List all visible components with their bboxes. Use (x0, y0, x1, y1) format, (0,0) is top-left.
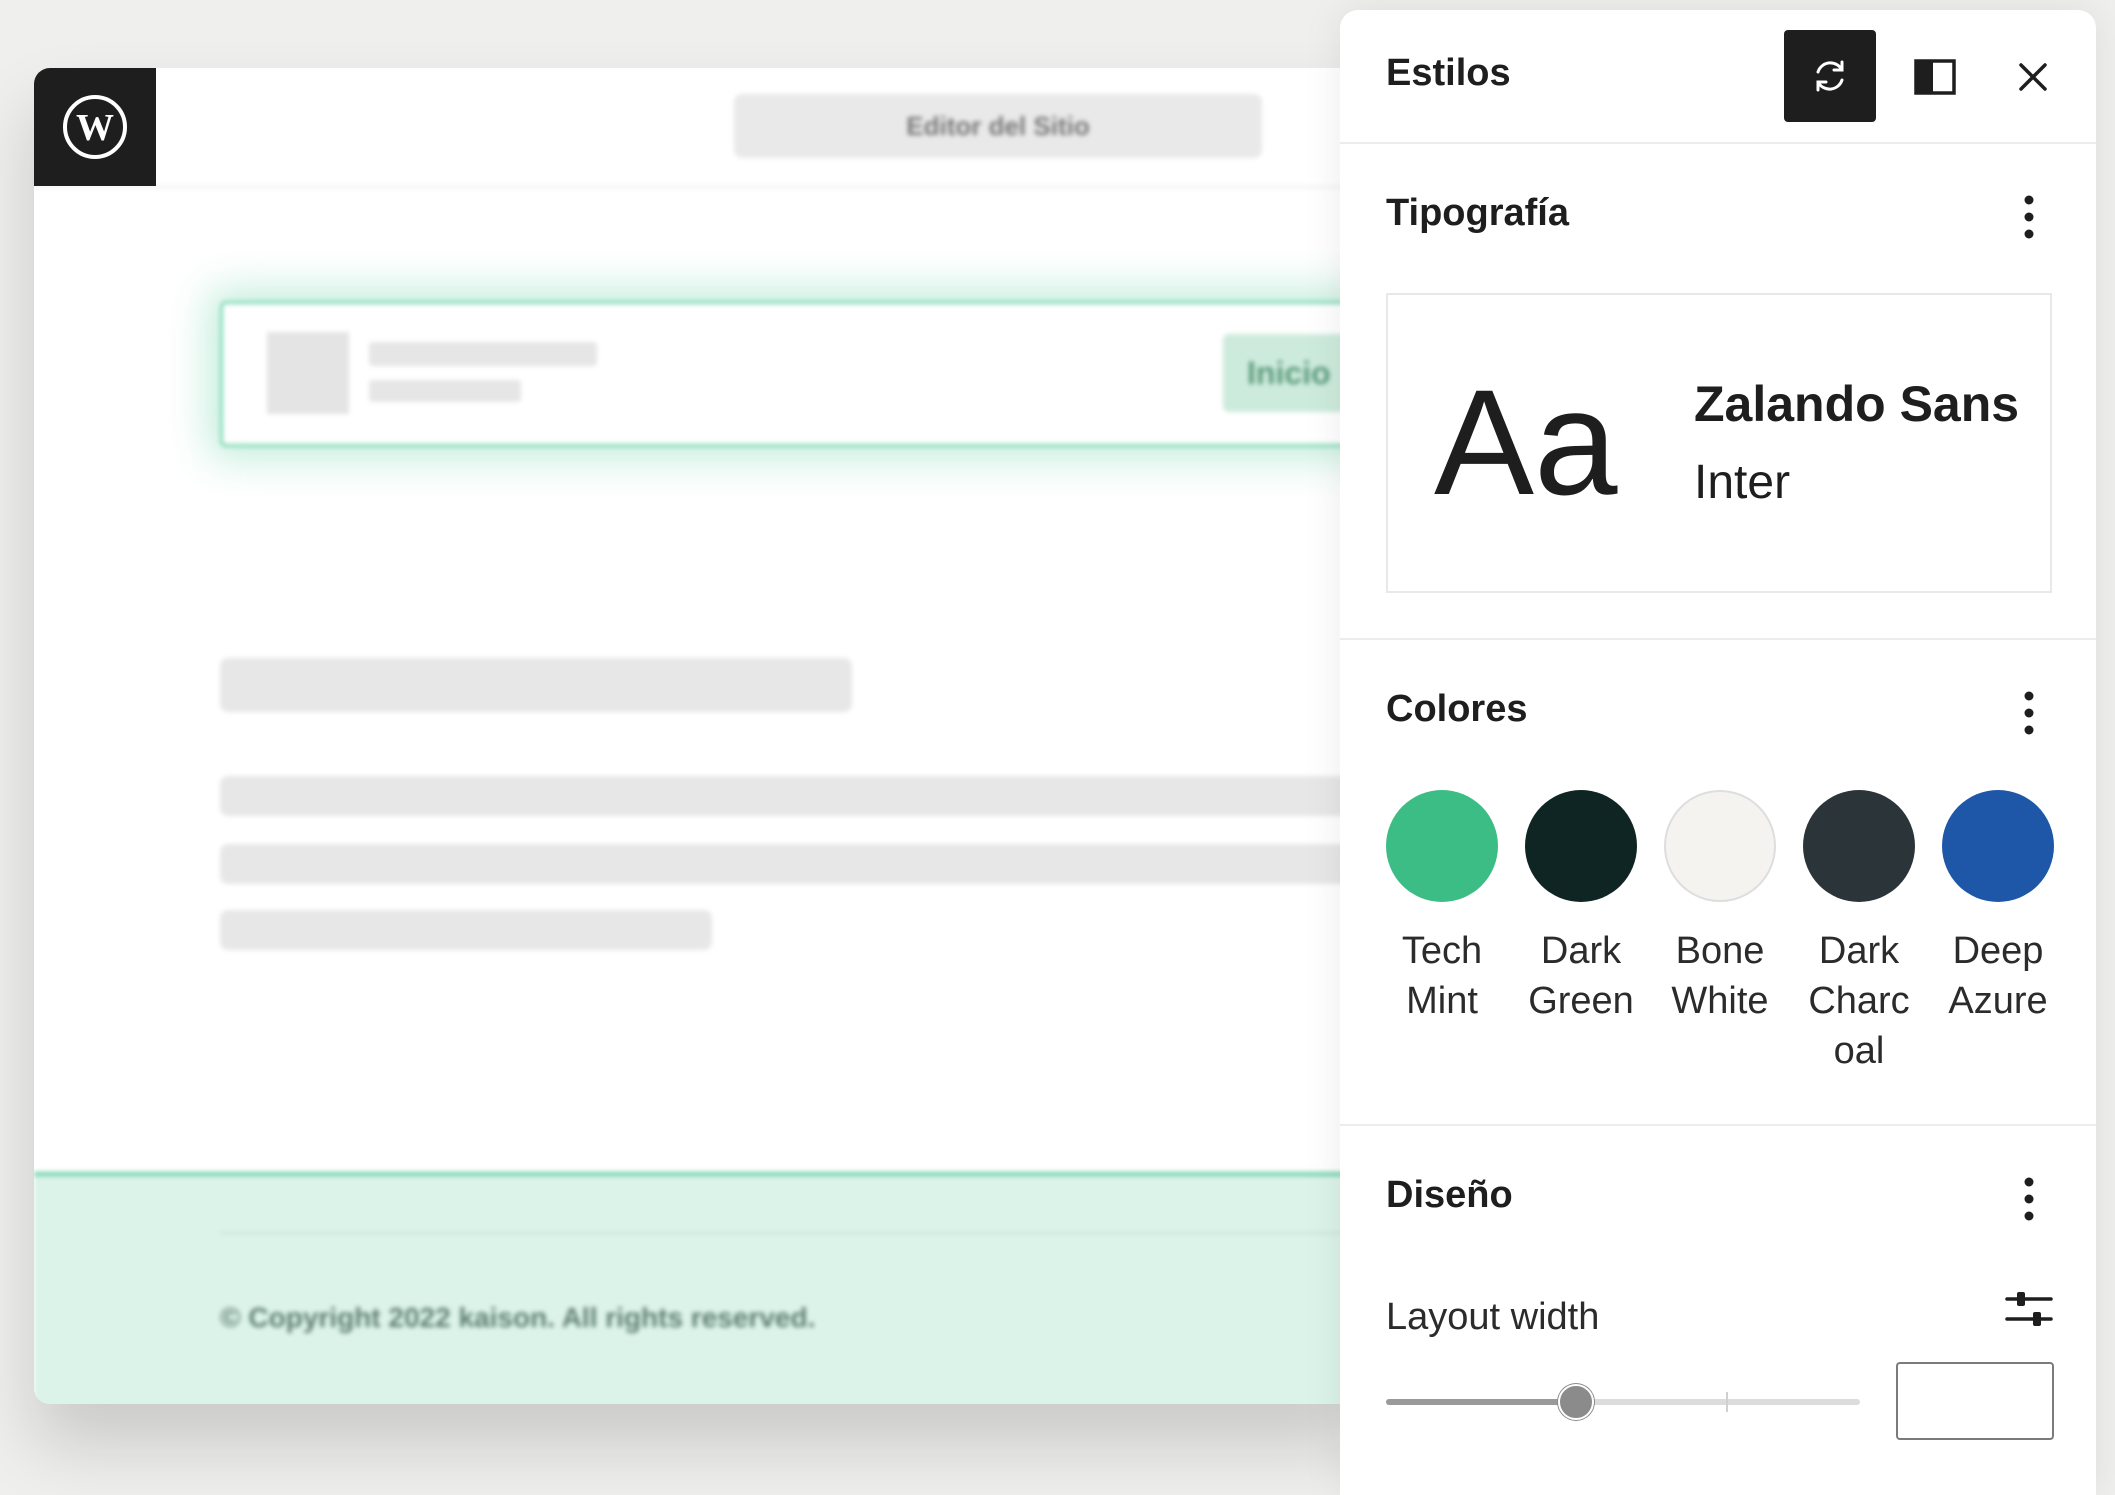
site-editor-title[interactable]: Editor del Sitio (734, 94, 1262, 158)
layout-width-label: Layout width (1386, 1296, 1600, 1338)
color-swatch-dark-green[interactable]: Dark Green (1513, 790, 1649, 1026)
swatch-label: Deep Azure (1948, 930, 2048, 1022)
typography-more-button[interactable] (2004, 188, 2054, 246)
close-icon (2019, 63, 2047, 91)
section-divider (1340, 1124, 2096, 1126)
heading-font-name: Zalando Sans (1694, 376, 2020, 432)
wordpress-icon: W (63, 95, 127, 159)
swatch-label: Dark Charc oal (1808, 930, 1910, 1072)
color-swatch-dark-charcoal[interactable]: Dark Charc oal (1791, 790, 1927, 1076)
swatch-circle (1664, 790, 1776, 902)
body-font-name: Inter (1694, 456, 1791, 509)
footer-block[interactable]: © Copyright 2022 kaison. All rights rese… (34, 1172, 1364, 1404)
layout-width-slider[interactable] (1386, 1380, 1860, 1424)
editor-top-bar: Editor del Sitio (34, 68, 1364, 188)
color-swatch-bone-white[interactable]: Bone White (1652, 790, 1788, 1026)
swatch-circle (1803, 790, 1915, 902)
colors-section-title: Colores (1386, 688, 1528, 730)
typography-section-title: Tipografía (1386, 192, 1569, 234)
design-more-button[interactable] (2004, 1170, 2054, 1228)
section-divider (1340, 638, 2096, 640)
color-swatch-tech-mint[interactable]: Tech Mint (1374, 790, 1510, 1026)
heading-placeholder (220, 658, 852, 712)
revisions-icon (1816, 60, 1844, 92)
footer-divider (220, 1232, 1364, 1234)
layout-width-options-button[interactable] (1992, 1272, 2066, 1346)
text-line-placeholder (220, 844, 1364, 884)
layout-width-input[interactable] (1896, 1362, 2054, 1440)
selected-header-block[interactable]: Inicio (220, 301, 1364, 447)
typography-sample: Aa (1434, 358, 1618, 526)
slider-tick-mark (1726, 1392, 1728, 1412)
sidebar-toggle-button[interactable] (1894, 36, 1976, 118)
design-section-title: Diseño (1386, 1174, 1513, 1216)
svg-text:W: W (76, 107, 114, 149)
site-logo-placeholder (267, 332, 349, 414)
site-tagline-placeholder (369, 380, 521, 402)
site-editor-canvas: Editor del Sitio Inicio © Copyright 2022… (34, 68, 1364, 1404)
swatch-circle (1525, 790, 1637, 902)
more-vertical-icon (2024, 691, 2034, 735)
swatch-circle (1386, 790, 1498, 902)
swatch-circle (1942, 790, 2054, 902)
more-vertical-icon (2024, 195, 2034, 239)
more-vertical-icon (2024, 1177, 2034, 1221)
wordpress-logo-button[interactable]: W (34, 68, 156, 186)
color-swatch-deep-azure[interactable]: Deep Azure (1930, 790, 2066, 1026)
slider-fill (1386, 1399, 1576, 1405)
swatch-label: Tech Mint (1401, 930, 1483, 1022)
text-line-placeholder (220, 910, 712, 950)
close-button[interactable] (1992, 36, 2074, 118)
colors-more-button[interactable] (2004, 684, 2054, 742)
sidebar-toggle-icon (1914, 59, 1956, 95)
revisions-button[interactable] (1784, 30, 1876, 122)
swatch-label: Bone White (1671, 930, 1769, 1022)
text-line-placeholder (220, 776, 1364, 816)
swatch-label: Dark Green (1528, 930, 1634, 1022)
typography-preview-card[interactable]: Aa Zalando Sans Inter (1386, 293, 2052, 593)
sliders-icon (2005, 1292, 2053, 1326)
panel-header: Estilos (1340, 10, 2096, 144)
styles-panel: Estilos Tipografía Aa Zalando Sans Inter… (1340, 10, 2096, 1495)
site-title-placeholder (369, 342, 597, 366)
editor-preview: Editor del Sitio Inicio © Copyright 2022… (34, 68, 1364, 1404)
panel-title: Estilos (1386, 52, 1511, 94)
slider-thumb[interactable] (1558, 1384, 1594, 1420)
footer-copyright: © Copyright 2022 kaison. All rights rese… (220, 1302, 816, 1333)
